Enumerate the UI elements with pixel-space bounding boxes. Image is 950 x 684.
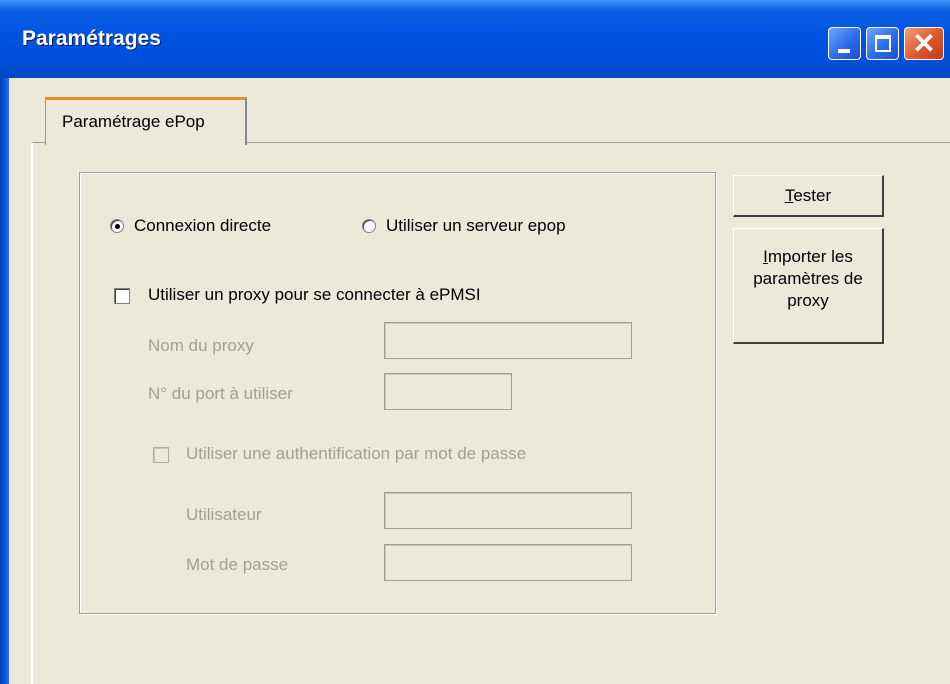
password-label: Mot de passe [186,555,289,574]
import-button-line1-rest: mporter les [767,247,853,266]
close-button[interactable]: ✕ [904,27,944,60]
tab-parametrage-epop[interactable]: Paramétrage ePop [45,97,247,145]
username-label: Utilisateur [186,505,262,524]
window-title: Paramétrages [22,27,161,50]
minimize-button[interactable] [828,27,861,60]
import-proxy-settings-button[interactable]: Importer les paramètres de proxy [733,228,884,344]
proxy-port-label: N° du port à utiliser [148,384,293,403]
radio-epop-server-label[interactable]: Utiliser un serveur epop [386,216,566,236]
use-proxy-checkbox[interactable] [114,288,130,304]
close-icon: ✕ [912,27,936,59]
radio-selected-dot [115,224,120,229]
password-auth-label[interactable]: Utiliser une authentification par mot de… [186,444,526,464]
radio-direct-connection-label[interactable]: Connexion directe [134,216,271,236]
proxy-port-field[interactable] [384,373,512,410]
maximize-button[interactable] [866,27,899,60]
test-button-label: ester [793,186,832,205]
test-button[interactable]: Tester [733,175,884,217]
proxy-name-field[interactable] [384,322,632,359]
import-button-line2: paramètres de [753,269,863,288]
settings-window: Paramétrages ✕ Paramétrage ePop Connexio… [0,0,950,684]
password-field[interactable] [384,544,632,581]
title-bar[interactable]: Paramétrages ✕ [0,0,950,78]
radio-epop-server[interactable] [362,219,376,233]
window-frame-left [0,78,9,684]
proxy-name-label: Nom du proxy [148,336,254,355]
import-button-line3: proxy [787,291,829,310]
use-proxy-label[interactable]: Utiliser un proxy pour se connecter à eP… [148,285,481,305]
minimize-icon [838,49,850,53]
maximize-icon [875,35,891,52]
password-auth-checkbox[interactable] [153,447,169,463]
radio-direct-connection[interactable] [110,219,124,233]
tab-label: Paramétrage ePop [62,112,205,131]
import-button-line1: Importer les [734,246,882,268]
username-field[interactable] [384,492,632,529]
